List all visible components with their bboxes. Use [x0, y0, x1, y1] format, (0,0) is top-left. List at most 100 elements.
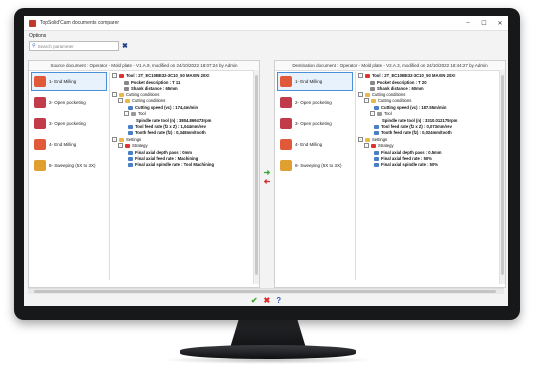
collapse-icon[interactable]: -: [112, 137, 117, 142]
end-milling-icon: [34, 76, 46, 87]
window-title: TopSolid'Cam documents comparer: [40, 20, 120, 26]
tree-node-group[interactable]: - Cutting conditions: [112, 92, 159, 97]
source-parameter-tree: - Tool : 2T_EC10BE32-3C10_50 MAXIN 20X! P…: [109, 72, 254, 280]
tree-node-group[interactable]: - Tool: [370, 111, 392, 116]
scrollbar-thumb[interactable]: [34, 290, 496, 293]
search-row: ⚲ Search parameter ✖: [24, 40, 508, 52]
tree-node[interactable]: Tool feed rate (fz x Z) : 1,044mm/rev: [128, 124, 206, 129]
cancel-button[interactable]: ✖: [264, 296, 271, 305]
operation-item[interactable]: 3- Open pocketing: [277, 114, 353, 133]
tree-node[interactable]: Final axial depth pass : 0.5mm: [374, 150, 442, 155]
operation-item[interactable]: 2- Open pocketing: [277, 93, 353, 112]
tree-node-tool[interactable]: - Tool : 2T_EC10BE32-3C10_50 MAXIN 20X!: [112, 73, 209, 78]
tree-node[interactable]: Tooth feed rate (fz) : 0,348mm/tooth: [128, 130, 206, 135]
folder-icon: [125, 98, 130, 103]
feed-icon: [128, 156, 133, 161]
feed-icon: [374, 130, 379, 135]
tree-node[interactable]: Tooth feed rate (fz) : 0,024mm/tooth: [374, 130, 452, 135]
tool-icon: [119, 73, 124, 78]
tree-node-group[interactable]: - Strategy: [364, 143, 394, 148]
close-button[interactable]: ✕: [492, 20, 508, 27]
collapse-icon[interactable]: -: [112, 92, 117, 97]
depth-icon: [128, 150, 133, 155]
collapse-icon[interactable]: -: [370, 111, 375, 116]
folder-icon: [371, 98, 376, 103]
folder-icon: [119, 92, 124, 97]
tree-node[interactable]: Pocket description : T 20: [370, 80, 427, 85]
destination-parameter-tree: - Tool : 2T_EC10BE32-3C10_50 MAXIN 20X! P…: [355, 72, 500, 280]
destination-vertical-scrollbar[interactable]: [499, 70, 505, 284]
property-icon: [124, 80, 129, 85]
operation-item[interactable]: 4- End Milling: [31, 135, 107, 154]
tree-node[interactable]: Final axial spindle rate : 50%: [374, 162, 438, 167]
tree-node-group[interactable]: - Cutting conditions: [364, 98, 411, 103]
footer-actions: ✔ ✖ ?: [24, 295, 508, 306]
tree-node-group[interactable]: - Tool: [124, 111, 146, 116]
tree-node[interactable]: Tool feed rate (fz x Z) : 0,073mm/rev: [374, 124, 452, 129]
minimize-button[interactable]: –: [460, 20, 476, 26]
spindle-icon: [128, 162, 133, 167]
copy-right-arrow-icon[interactable]: ➜: [262, 168, 272, 177]
sweeping-icon: [280, 160, 292, 171]
tree-node-group[interactable]: - Strategy: [118, 143, 148, 148]
app-window: TopSolid'Cam documents comparer – ☐ ✕ Op…: [24, 16, 508, 306]
destination-panel: Destination document : Operator - Mold p…: [274, 60, 506, 288]
help-button[interactable]: ?: [276, 296, 281, 305]
app-icon: [29, 19, 36, 27]
scrollbar-thumb[interactable]: [255, 75, 258, 275]
tree-node-group[interactable]: - Cutting conditions: [118, 98, 165, 103]
operation-item[interactable]: 8- Sweeping (5X to 3X): [277, 156, 353, 175]
tree-node-group[interactable]: - Settings: [358, 137, 387, 142]
operation-item[interactable]: 4- End Milling: [277, 135, 353, 154]
tree-node[interactable]: Final axial feed rate : 50%: [374, 156, 432, 161]
tree-node[interactable]: Pocket description : T 11: [124, 80, 180, 85]
tree-node[interactable]: Final axial feed rate : Machining: [128, 156, 198, 161]
tree-node-group[interactable]: - Settings: [112, 137, 141, 142]
ok-button[interactable]: ✔: [251, 296, 258, 305]
tree-node[interactable]: Final axial spindle rate : Tool Machinin…: [128, 162, 214, 167]
collapse-icon[interactable]: -: [358, 73, 363, 78]
menu-options[interactable]: Options: [29, 33, 46, 39]
tree-node-tool[interactable]: - Tool : 2T_EC10BE32-3C10_50 MAXIN 20X!: [358, 73, 455, 78]
clear-search-icon[interactable]: ✖: [122, 43, 128, 50]
tool-folder-icon: [131, 111, 136, 116]
collapse-icon[interactable]: -: [358, 137, 363, 142]
speed-icon: [128, 105, 133, 110]
source-panel: Source document : Operator - Mold plate …: [28, 60, 260, 288]
operation-item[interactable]: 1- End Milling: [277, 72, 353, 91]
tree-node[interactable]: Final axial depth pass : 0mm: [128, 150, 192, 155]
horizontal-scrollbar[interactable]: [28, 288, 504, 294]
strategy-icon: [371, 143, 376, 148]
search-input[interactable]: ⚲ Search parameter: [29, 41, 119, 51]
end-milling-icon: [34, 139, 46, 150]
operation-item[interactable]: 2- Open pocketing: [31, 93, 107, 112]
collapse-icon[interactable]: -: [112, 73, 117, 78]
tree-node[interactable]: Spindle rate tool (n) : 3310.012175rpm: [382, 118, 457, 123]
tool-icon: [365, 73, 370, 78]
monitor-stand-neck: [230, 318, 306, 348]
source-vertical-scrollbar[interactable]: [253, 70, 259, 284]
pocketing-icon: [280, 118, 292, 129]
collapse-icon[interactable]: -: [118, 98, 123, 103]
tree-node[interactable]: Cutting speed (vc) : 187.55m/min: [374, 105, 446, 110]
tree-node[interactable]: Shank distance : 65mm: [124, 86, 178, 91]
tool-folder-icon: [377, 111, 382, 116]
tree-node[interactable]: Cutting speed (vc) : 174,4m/min: [128, 105, 198, 110]
collapse-icon[interactable]: -: [124, 111, 129, 116]
operation-item[interactable]: 8- Sweeping (5X to 3X): [31, 156, 107, 175]
tree-node-group[interactable]: - Cutting conditions: [358, 92, 405, 97]
maximize-button[interactable]: ☐: [476, 20, 492, 27]
collapse-icon[interactable]: -: [364, 98, 369, 103]
title-bar: TopSolid'Cam documents comparer – ☐ ✕: [24, 16, 508, 31]
scrollbar-thumb[interactable]: [501, 75, 504, 275]
collapse-icon[interactable]: -: [358, 92, 363, 97]
operation-item[interactable]: 3- Open pocketing: [31, 114, 107, 133]
depth-icon: [374, 150, 379, 155]
tree-node[interactable]: Shank distance : 60mm: [370, 86, 424, 91]
collapse-icon[interactable]: -: [364, 143, 369, 148]
transfer-arrows: ➜ ➜: [262, 168, 272, 186]
copy-left-arrow-icon[interactable]: ➜: [262, 177, 272, 186]
tree-node[interactable]: Spindle rate tool (n) : 3804.869473rpm: [136, 118, 211, 123]
collapse-icon[interactable]: -: [118, 143, 123, 148]
operation-item[interactable]: 1- End Milling: [31, 72, 107, 91]
